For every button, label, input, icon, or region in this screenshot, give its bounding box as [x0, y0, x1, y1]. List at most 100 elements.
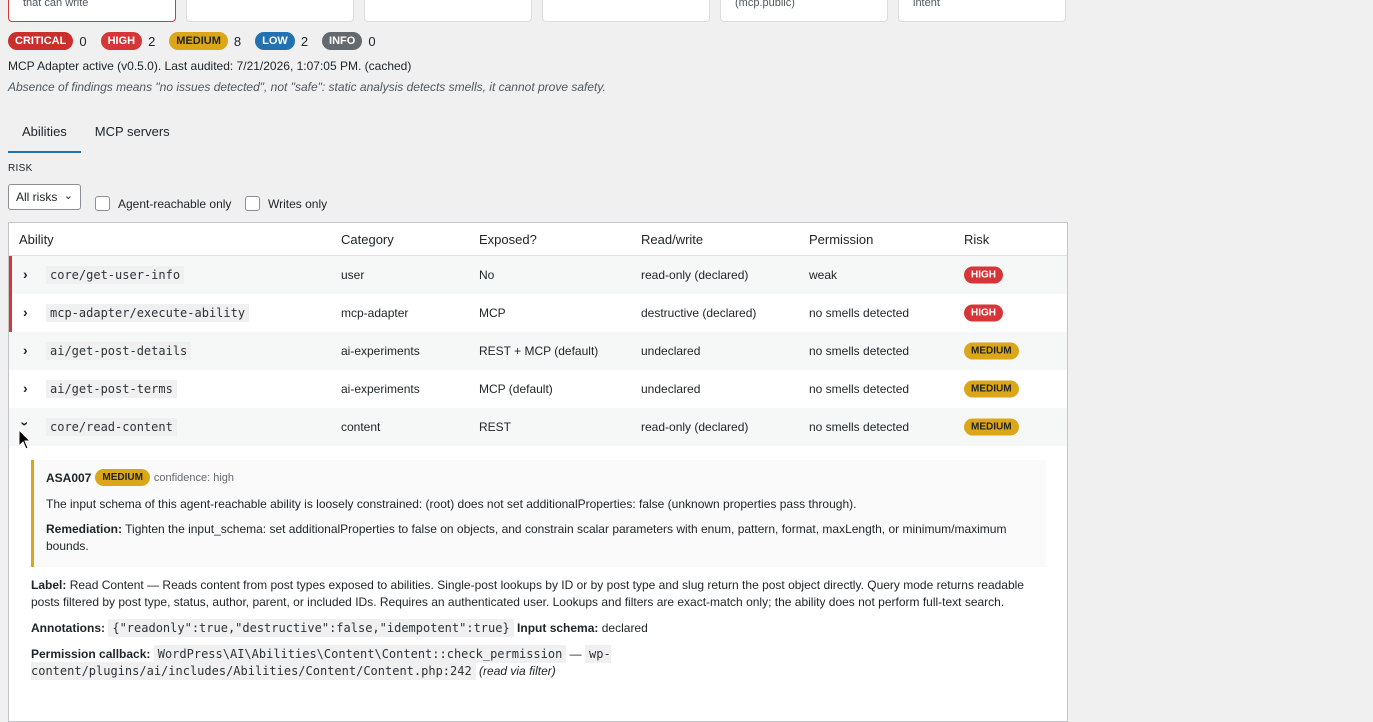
header-permission[interactable]: Permission [809, 232, 873, 247]
exposed-cell: REST [479, 420, 512, 434]
tab-bar: Abilities MCP servers [8, 116, 184, 153]
tab-abilities[interactable]: Abilities [8, 116, 81, 153]
permission-cell: no smells detected [809, 420, 910, 434]
exposed-cell: No [479, 268, 495, 282]
summary-card[interactable] [364, 0, 532, 22]
readwrite-cell: undeclared [641, 382, 701, 396]
permission-cell: weak [809, 268, 838, 282]
risk-badge: HIGH [964, 266, 1003, 284]
adapter-status: MCP Adapter active (v0.5.0). Last audite… [8, 59, 412, 73]
input-schema-label: Input schema: [517, 621, 599, 635]
risk-badge: HIGH [964, 304, 1003, 322]
risk-badge: MEDIUM [964, 418, 1019, 436]
table-row[interactable]: › core/get-user-info user No read-only (… [9, 256, 1067, 294]
risk-select-value: All risks [16, 190, 58, 204]
risk-select[interactable]: All risks ⌄ [8, 184, 81, 210]
checkbox-box[interactable] [245, 196, 260, 211]
permission-callback-label: Permission callback: [31, 647, 151, 661]
summary-card[interactable]: intent [898, 0, 1066, 22]
summary-card-text: intent [913, 0, 940, 9]
finding-severity-badge: MEDIUM [95, 469, 150, 486]
finding-remediation: Remediation: Tighten the input_schema: s… [46, 521, 1034, 555]
table-row[interactable]: › core/read-content content REST read-on… [9, 408, 1067, 446]
table-row[interactable]: › ai/get-post-terms ai-experiments MCP (… [9, 370, 1067, 408]
permission-note: (read via filter) [479, 664, 556, 678]
high-badge: HIGH [100, 32, 143, 50]
category-cell: ai-experiments [341, 382, 420, 396]
category-cell: mcp-adapter [341, 306, 409, 320]
exposed-cell: MCP (default) [479, 382, 553, 396]
critical-count: 0 [79, 33, 87, 49]
header-ability[interactable]: Ability [19, 232, 54, 247]
ability-name: core/get-user-info [46, 266, 185, 284]
medium-badge: MEDIUM [169, 32, 228, 50]
finding-id: ASA007 [46, 470, 92, 485]
agent-reachable-label: Agent-reachable only [118, 196, 232, 211]
readwrite-cell: read-only (declared) [641, 420, 749, 434]
tab-mcp-servers[interactable]: MCP servers [81, 116, 184, 153]
permission-cell: no smells detected [809, 382, 910, 396]
high-count: 2 [148, 33, 156, 49]
info-count: 0 [368, 33, 376, 49]
table-row[interactable]: › mcp-adapter/execute-ability mcp-adapte… [9, 294, 1067, 332]
permission-cell: no smells detected [809, 344, 910, 358]
permission-detail: Permission callback: WordPress\AI\Abilit… [31, 645, 1051, 680]
summary-card[interactable] [542, 0, 710, 22]
remediation-text: Tighten the input_schema: set additional… [46, 522, 1007, 553]
agent-reachable-checkbox[interactable]: Agent-reachable only [95, 196, 231, 211]
header-category[interactable]: Category [341, 232, 394, 247]
chevron-right-icon[interactable]: › [23, 266, 28, 282]
header-exposed[interactable]: Exposed? [479, 232, 537, 247]
ability-name: ai/get-post-details [46, 342, 192, 360]
remediation-label: Remediation: [46, 522, 123, 536]
risk-badge: MEDIUM [964, 380, 1019, 398]
writes-only-label: Writes only [268, 196, 328, 211]
table-row[interactable]: › ai/get-post-details ai-experiments RES… [9, 332, 1067, 370]
chevron-right-icon[interactable]: › [23, 342, 28, 358]
category-cell: user [341, 268, 365, 282]
low-count: 2 [300, 33, 309, 49]
permission-cell: no smells detected [809, 306, 910, 320]
chevron-down-icon: ⌄ [63, 190, 73, 202]
writes-only-checkbox[interactable]: Writes only [245, 196, 327, 211]
category-cell: ai-experiments [341, 344, 420, 358]
chevron-down-icon[interactable]: › [17, 421, 33, 426]
summary-card[interactable]: (mcp.public) [720, 0, 888, 22]
risk-filter-label: RISK [8, 163, 33, 174]
summary-card[interactable]: that can write [8, 0, 176, 22]
exposed-cell: MCP [479, 306, 506, 320]
disclaimer-note: Absence of findings means "no issues det… [8, 80, 606, 94]
summary-cards: that can write (mcp.public) intent [8, 0, 1066, 22]
low-badge: LOW [255, 32, 295, 50]
critical-badge: CRITICAL [8, 32, 74, 50]
category-cell: content [341, 420, 381, 434]
ability-name: mcp-adapter/execute-ability [46, 304, 250, 322]
info-badge: INFO [322, 32, 363, 50]
label-label: Label: [31, 578, 67, 592]
readwrite-cell: read-only (declared) [641, 268, 749, 282]
abilities-table: Ability Category Exposed? Read/write Per… [8, 222, 1068, 722]
severity-summary: CRITICAL 0 HIGH 2 MEDIUM 8 LOW 2 INFO 0 [8, 32, 390, 50]
readwrite-cell: undeclared [641, 344, 701, 358]
permission-callback-code: WordPress\AI\Abilities\Content\Content::… [153, 645, 567, 663]
table-header: Ability Category Exposed? Read/write Per… [9, 223, 1067, 256]
header-readwrite[interactable]: Read/write [641, 232, 703, 247]
label-text: Read Content — Reads content from post t… [31, 578, 1024, 609]
exposed-cell: REST + MCP (default) [479, 344, 599, 358]
mouse-cursor-icon [18, 429, 32, 450]
checkbox-box[interactable] [95, 196, 110, 211]
header-risk[interactable]: Risk [964, 232, 989, 247]
annotations-detail: Annotations: {"readonly":true,"destructi… [31, 619, 1051, 637]
finding-confidence: confidence: high [153, 471, 235, 484]
finding-description: The input schema of this agent-reachable… [46, 497, 857, 511]
risk-badge: MEDIUM [964, 342, 1019, 360]
finding-panel: ASA007 MEDIUM confidence: high The input… [31, 460, 1046, 567]
ability-name: ai/get-post-terms [46, 380, 177, 398]
separator-dash: — [569, 647, 582, 661]
summary-card-text: (mcp.public) [735, 0, 795, 9]
chevron-right-icon[interactable]: › [23, 380, 28, 396]
annotations-code: {"readonly":true,"destructive":false,"id… [108, 619, 514, 637]
chevron-right-icon[interactable]: › [23, 304, 28, 320]
summary-card[interactable] [186, 0, 354, 22]
annotations-label: Annotations: [31, 621, 105, 635]
